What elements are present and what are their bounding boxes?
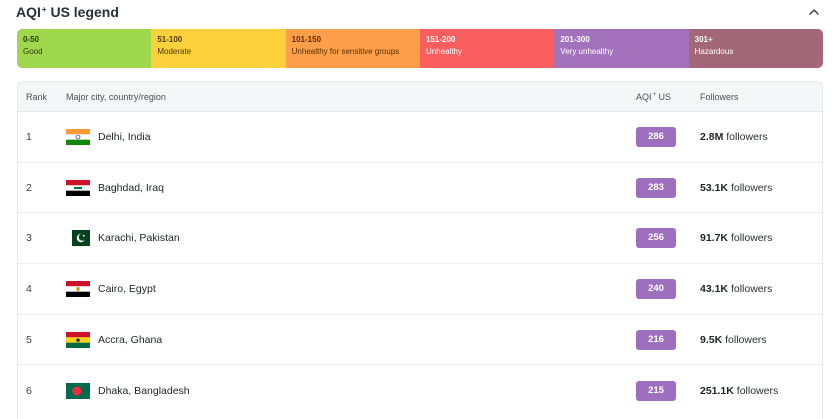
iraq-flag-icon xyxy=(66,179,90,196)
legend-segment-very-unhealthy: 201-300 Very unhealthy xyxy=(554,29,689,68)
city-link[interactable]: Accra, Ghana xyxy=(98,334,162,346)
legend-segment-hazardous: 301+ Hazardous xyxy=(688,29,823,68)
rank-cell: 3 xyxy=(26,232,32,245)
legend-segment-unhealthy: 151-200 Unhealthy xyxy=(419,29,555,68)
aqi-ranking-widget: AQI + US legend 0-50 Good 51-100 Moderate… xyxy=(0,0,839,419)
city-link[interactable]: Dhaka, Bangladesh xyxy=(98,385,190,397)
aqi-badge: 283 xyxy=(636,177,676,198)
aqi-badge: 256 xyxy=(636,228,676,249)
followers-cell: 43.1K followers xyxy=(700,282,773,295)
city-link[interactable]: Baghdad, Iraq xyxy=(98,182,164,194)
legend-segment-unhealthy-sensitive: 101-150 Unhealthy for sensitive groups xyxy=(285,29,420,68)
aqi-legend-bar: 0-50 Good 51-100 Moderate 101-150 Unheal… xyxy=(17,29,823,68)
city-cell: Accra, Ghana xyxy=(66,331,636,348)
rank-cell: 5 xyxy=(26,333,32,346)
legend-segment-moderate: 51-100 Moderate xyxy=(151,29,286,68)
rank-cell: 6 xyxy=(26,384,32,397)
india-flag-icon xyxy=(66,128,90,145)
table-row[interactable]: 4 Cairo, Egypt 240 43.1K followers xyxy=(18,264,822,315)
city-cell: Dhaka, Bangladesh xyxy=(66,382,636,399)
table-header: Rank Major city, country/region AQI + US … xyxy=(18,82,822,112)
followers-cell: 2.8M followers xyxy=(700,130,768,143)
aqi-badge: 216 xyxy=(636,329,676,350)
aqi-badge: 215 xyxy=(636,380,676,401)
city-cell: Karachi, Pakistan xyxy=(66,230,636,247)
column-header-aqi: AQI + US xyxy=(636,91,672,102)
city-link[interactable]: Karachi, Pakistan xyxy=(98,232,180,244)
aqi-badge: 240 xyxy=(636,278,676,299)
aqi-badge: 286 xyxy=(636,126,676,147)
city-link[interactable]: Cairo, Egypt xyxy=(98,283,156,295)
rank-cell: 4 xyxy=(26,282,32,295)
egypt-flag-icon xyxy=(66,280,90,297)
legend-segment-good: 0-50 Good xyxy=(17,29,152,68)
city-link[interactable]: Delhi, India xyxy=(98,131,151,143)
city-ranking-table: Rank Major city, country/region AQI + US … xyxy=(17,81,823,419)
legend-header: AQI + US legend xyxy=(16,0,824,24)
table-row[interactable]: 1 Delhi, India 286 2.8M followers xyxy=(18,112,822,163)
chevron-up-icon xyxy=(809,9,819,15)
bangladesh-flag-icon xyxy=(66,382,90,399)
collapse-legend-button[interactable] xyxy=(804,2,824,22)
city-cell: Delhi, India xyxy=(66,128,636,145)
table-row[interactable]: 3 Karachi, Pakistan 256 91.7K followers xyxy=(18,213,822,265)
rank-cell: 2 xyxy=(26,181,32,194)
rank-cell: 1 xyxy=(26,130,32,143)
followers-cell: 9.5K followers xyxy=(700,333,767,346)
followers-cell: 53.1K followers xyxy=(700,181,773,194)
ghana-flag-icon xyxy=(66,331,90,348)
column-header-followers: Followers xyxy=(700,91,739,102)
table-row[interactable]: 5 Accra, Ghana 216 9.5K followers xyxy=(18,314,822,366)
pakistan-flag-icon xyxy=(66,230,90,247)
followers-cell: 91.7K followers xyxy=(700,232,773,245)
city-cell: Baghdad, Iraq xyxy=(66,179,636,196)
column-header-rank: Rank xyxy=(26,91,48,102)
table-row[interactable]: 2 Baghdad, Iraq 283 53.1K followers xyxy=(18,162,822,214)
table-row[interactable]: 6 Dhaka, Bangladesh 215 251.1K followers xyxy=(18,365,822,417)
followers-cell: 251.1K followers xyxy=(700,384,779,397)
city-cell: Cairo, Egypt xyxy=(66,280,636,297)
column-header-city: Major city, country/region xyxy=(66,91,166,102)
legend-title: AQI + US legend xyxy=(16,4,119,20)
